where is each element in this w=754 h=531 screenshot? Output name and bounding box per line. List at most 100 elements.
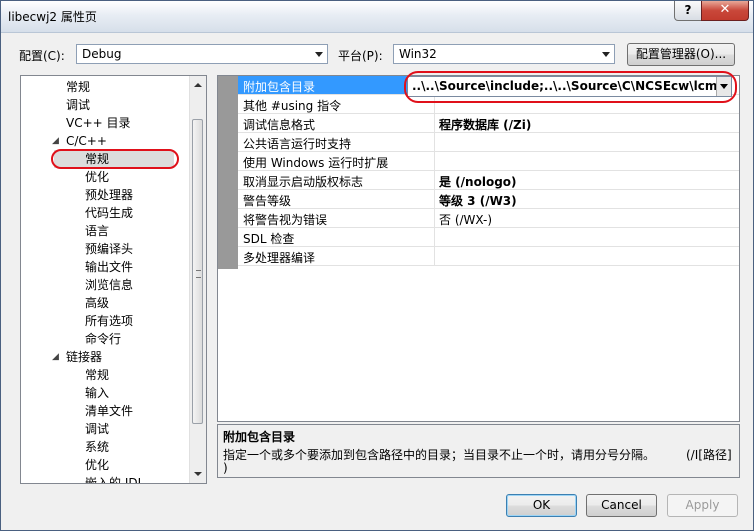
tree-item-label: 调试 xyxy=(85,422,110,436)
expand-icon[interactable]: ◢ xyxy=(52,132,59,150)
property-name: 其他 #using 指令 xyxy=(243,99,342,113)
tree-item[interactable]: 语言 xyxy=(85,222,109,240)
tree-item[interactable]: 系统 xyxy=(85,438,109,456)
grid-gutter xyxy=(218,76,238,269)
property-row[interactable]: 取消显示启动版权标志 是 (/nologo) xyxy=(238,171,739,190)
tree-item-label: 常规 xyxy=(66,80,91,94)
property-row[interactable]: SDL 检查 xyxy=(238,228,739,247)
property-name: 取消显示启动版权标志 xyxy=(243,175,364,189)
tree-item[interactable]: ◢ 链接器 xyxy=(52,348,103,366)
tree-item-label: VC++ 目录 xyxy=(66,116,131,130)
property-row[interactable]: 将警告视为错误 否 (/WX-) xyxy=(238,209,739,228)
property-name: SDL 检查 xyxy=(243,232,295,246)
cancel-button[interactable]: Cancel xyxy=(586,494,657,517)
config-dropdown[interactable]: Debug xyxy=(76,44,328,64)
scroll-up-icon[interactable] xyxy=(194,83,202,87)
apply-button[interactable]: Apply xyxy=(667,494,738,517)
tree-item-label: 浏览信息 xyxy=(85,278,134,292)
tree-item-label: 语言 xyxy=(85,224,110,238)
property-value[interactable]: 否 (/WX-) xyxy=(439,211,492,228)
ok-button[interactable]: OK xyxy=(506,494,577,517)
platform-label: 平台(P): xyxy=(338,49,383,63)
tree-item[interactable]: 命令行 xyxy=(85,330,121,348)
tree-item-label: C/C++ xyxy=(66,134,107,148)
tree-item[interactable]: 高级 xyxy=(85,294,109,312)
column-separator xyxy=(434,152,435,171)
title-bar[interactable]: libecwj2 属性页 ? ✕ xyxy=(1,1,753,33)
property-row[interactable]: 多处理器编译 xyxy=(238,247,739,266)
tree-item[interactable]: 输入 xyxy=(85,384,109,402)
property-row[interactable]: 调试信息格式 程序数据库 (/Zi) xyxy=(238,114,739,133)
scroll-down-icon[interactable] xyxy=(194,472,202,476)
chevron-down-icon xyxy=(602,52,610,57)
column-separator xyxy=(434,209,435,228)
tree-item[interactable]: 代码生成 xyxy=(85,204,133,222)
property-grid: 附加包含目录其他 #using 指令 调试信息格式 程序数据库 (/Zi) 公共语言运… xyxy=(217,75,740,422)
scroll-thumb[interactable] xyxy=(192,119,203,424)
property-row[interactable]: 警告等级 等级 3 (/W3) xyxy=(238,190,739,209)
description-text: 指定一个或多个要添加到包含路径中的目录；当目录不止一个时，请用分号分隔。 xyxy=(223,448,656,462)
property-value[interactable]: 是 (/nologo) xyxy=(439,173,517,190)
column-separator xyxy=(434,114,435,133)
tree-item-label: 嵌入的 IDL xyxy=(85,476,145,484)
tree-item-label: 输出文件 xyxy=(85,260,134,274)
tree-item[interactable]: 清单文件 xyxy=(85,402,133,420)
tree-item[interactable]: 常规 xyxy=(54,150,174,168)
tree-item-label: 优化 xyxy=(85,458,110,472)
column-separator xyxy=(434,228,435,247)
help-button[interactable]: ? xyxy=(674,1,702,21)
tree-item[interactable]: 常规 xyxy=(66,78,90,96)
tree-item[interactable]: ◢ C/C++ xyxy=(52,132,107,150)
property-name: 将警告视为错误 xyxy=(243,213,328,227)
tree-item[interactable]: 嵌入的 IDL xyxy=(85,474,145,484)
tree-item[interactable]: 所有选项 xyxy=(85,312,133,330)
tree-item[interactable]: 调试 xyxy=(66,96,90,114)
property-name: 调试信息格式 xyxy=(243,118,316,132)
description-title: 附加包含目录 xyxy=(223,430,296,444)
tree-item[interactable]: 优化 xyxy=(85,456,109,474)
tree-item-label: 代码生成 xyxy=(85,206,134,220)
property-row[interactable]: 公共语言运行时支持 xyxy=(238,133,739,152)
property-name: 使用 Windows 运行时扩展 xyxy=(243,156,389,170)
category-tree[interactable]: 常规 调试 VC++ 目录 ◢ C/C++ 常规 优化 预处理器 代码生成 语言 预编译头 输出文件浏… xyxy=(20,75,207,484)
grip-icon xyxy=(196,270,201,278)
tree-item-label: 常规 xyxy=(85,152,110,166)
property-name: 附加包含目录 xyxy=(243,80,316,94)
platform-dropdown[interactable]: Win32 xyxy=(393,44,615,64)
platform-value: Win32 xyxy=(399,47,437,61)
property-name: 多处理器编译 xyxy=(243,251,316,265)
property-row[interactable]: 其他 #using 指令 xyxy=(238,95,739,114)
tree-item[interactable]: 常规 xyxy=(85,366,109,384)
tree-item-label: 清单文件 xyxy=(85,404,134,418)
tree-item[interactable]: 调试 xyxy=(85,420,109,438)
config-manager-button[interactable]: 配置管理器(O)... xyxy=(627,43,735,66)
tree-item-label: 链接器 xyxy=(66,350,103,364)
tree-item[interactable]: 输出文件 xyxy=(85,258,133,276)
description-switch: (/I[路径] xyxy=(686,448,732,462)
tree-item[interactable]: 浏览信息 xyxy=(85,276,133,294)
tree-item-label: 所有选项 xyxy=(85,314,134,328)
tree-item-label: 优化 xyxy=(85,170,110,184)
property-row[interactable]: 使用 Windows 运行时扩展 xyxy=(238,152,739,171)
tree-item-label: 命令行 xyxy=(85,332,122,346)
include-dirs-editor[interactable]: ..\..\Source\include;..\..\Source\C\NCSE… xyxy=(407,76,732,97)
tree-scrollbar[interactable] xyxy=(189,76,206,483)
include-dirs-value[interactable]: ..\..\Source\include;..\..\Source\C\NCSE… xyxy=(412,79,718,93)
property-value[interactable]: 等级 3 (/W3) xyxy=(439,192,517,209)
tree-item-label: 调试 xyxy=(66,98,91,112)
close-button[interactable]: ✕ xyxy=(701,1,749,21)
tree-item[interactable]: 预处理器 xyxy=(85,186,133,204)
column-separator xyxy=(434,171,435,190)
tree-item[interactable]: VC++ 目录 xyxy=(66,114,131,132)
tree-item-label: 输入 xyxy=(85,386,110,400)
property-value[interactable]: 程序数据库 (/Zi) xyxy=(439,116,531,133)
config-label: 配置(C): xyxy=(19,49,65,63)
column-separator xyxy=(434,133,435,152)
chevron-down-icon[interactable] xyxy=(716,77,731,96)
expand-icon[interactable]: ◢ xyxy=(52,348,59,366)
description-line: 指定一个或多个要添加到包含路径中的目录；当目录不止一个时，请用分号分隔。 (/I… xyxy=(223,446,733,463)
tree-item[interactable]: 优化 xyxy=(85,168,109,186)
property-name: 公共语言运行时支持 xyxy=(243,137,352,151)
tree-item[interactable]: 预编译头 xyxy=(85,240,133,258)
tree-item-label: 预处理器 xyxy=(85,188,134,202)
